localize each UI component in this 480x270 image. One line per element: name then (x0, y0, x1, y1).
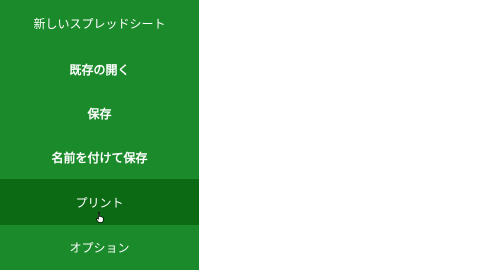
content-area (199, 0, 480, 270)
menu-item-options[interactable]: オプション (0, 224, 199, 270)
menu-item-save[interactable]: 保存 (0, 90, 199, 136)
menu-item-open-existing[interactable]: 既存の開く (0, 46, 199, 92)
app-window: 新しいスプレッドシート 既存の開く 保存 名前を付けて保存 プリント オプション (0, 0, 480, 270)
hand-pointer-cursor-icon (96, 212, 104, 223)
menu-item-new-spreadsheet[interactable]: 新しいスプレッドシート (0, 0, 199, 46)
menu-item-save-as[interactable]: 名前を付けて保存 (0, 134, 199, 180)
file-menu-sidebar: 新しいスプレッドシート 既存の開く 保存 名前を付けて保存 プリント オプション (0, 0, 199, 270)
